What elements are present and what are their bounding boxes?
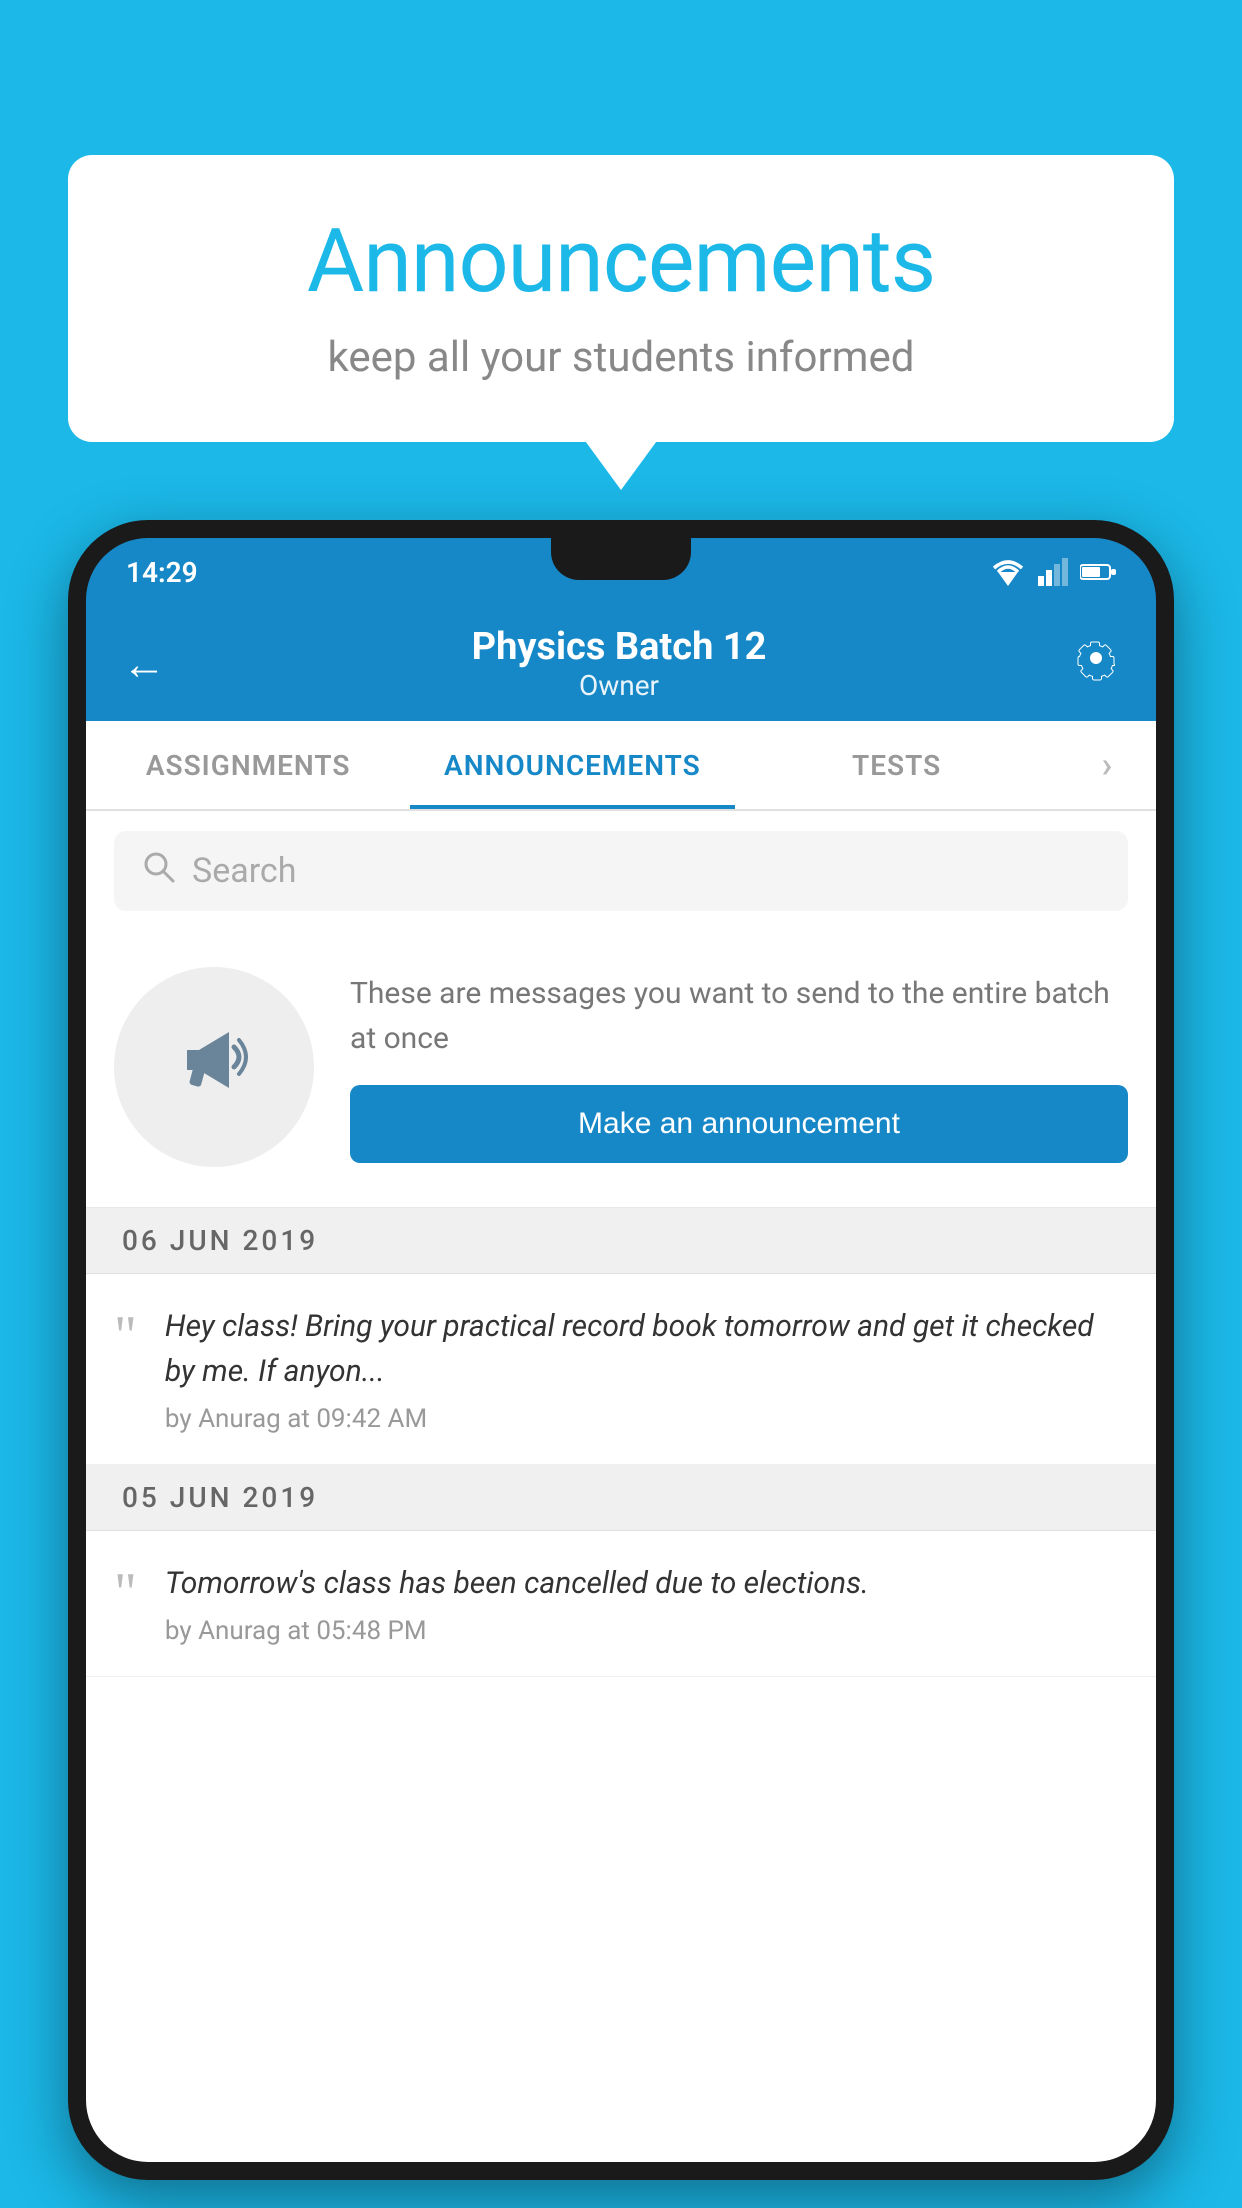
signal-icon [1038, 558, 1068, 586]
app-bar-title-area: Physics Batch 12 Owner [472, 625, 767, 702]
announcement-text-2: Tomorrow's class has been cancelled due … [165, 1561, 1128, 1646]
announcement-message-1: Hey class! Bring your practical record b… [165, 1304, 1128, 1394]
announcement-prompt: These are messages you want to send to t… [86, 931, 1156, 1208]
app-bar: ← Physics Batch 12 Owner [86, 606, 1156, 721]
announcement-right: These are messages you want to send to t… [350, 971, 1128, 1163]
tab-announcements[interactable]: ANNOUNCEMENTS [410, 721, 734, 809]
phone-content: Search Th [86, 811, 1156, 2162]
make-announcement-button[interactable]: Make an announcement [350, 1085, 1128, 1163]
speech-bubble: Announcements keep all your students inf… [68, 155, 1174, 442]
phone-frame: 14:29 [68, 520, 1174, 2180]
search-bar-container: Search [86, 811, 1156, 931]
app-bar-title: Physics Batch 12 [472, 625, 767, 669]
date-separator-1: 06 JUN 2019 [86, 1208, 1156, 1274]
battery-icon [1080, 562, 1116, 582]
back-button[interactable]: ← [122, 638, 166, 690]
announcement-message-2: Tomorrow's class has been cancelled due … [165, 1561, 1128, 1606]
tabs-bar: ASSIGNMENTS ANNOUNCEMENTS TESTS › [86, 721, 1156, 811]
announcement-item-1[interactable]: " Hey class! Bring your practical record… [86, 1274, 1156, 1465]
announcement-meta-1: by Anurag at 09:42 AM [165, 1404, 1128, 1434]
quote-icon-1: " [114, 1308, 137, 1364]
tab-more[interactable]: › [1059, 721, 1156, 809]
status-bar: 14:29 [86, 538, 1156, 606]
speech-bubble-title: Announcements [128, 210, 1114, 313]
speech-bubble-area: Announcements keep all your students inf… [68, 155, 1174, 442]
phone-container: 14:29 [68, 520, 1174, 2208]
status-time: 14:29 [126, 556, 198, 589]
megaphone-icon [169, 1012, 259, 1122]
app-bar-subtitle: Owner [472, 669, 767, 702]
quote-icon-2: " [114, 1565, 137, 1621]
search-placeholder-text: Search [192, 851, 296, 891]
settings-button[interactable] [1072, 634, 1120, 693]
announcement-text-1: Hey class! Bring your practical record b… [165, 1304, 1128, 1434]
wifi-icon [990, 558, 1026, 586]
tab-tests[interactable]: TESTS [735, 721, 1059, 809]
search-icon [142, 850, 176, 893]
status-icons [990, 558, 1116, 586]
tab-assignments[interactable]: ASSIGNMENTS [86, 721, 410, 809]
announcement-description: These are messages you want to send to t… [350, 971, 1128, 1061]
speech-bubble-subtitle: keep all your students informed [128, 333, 1114, 382]
megaphone-circle [114, 967, 314, 1167]
search-bar[interactable]: Search [114, 831, 1128, 911]
announcement-item-2[interactable]: " Tomorrow's class has been cancelled du… [86, 1531, 1156, 1677]
phone-notch [551, 538, 691, 580]
announcement-meta-2: by Anurag at 05:48 PM [165, 1616, 1128, 1646]
date-separator-2: 05 JUN 2019 [86, 1465, 1156, 1531]
gear-icon [1072, 634, 1120, 682]
